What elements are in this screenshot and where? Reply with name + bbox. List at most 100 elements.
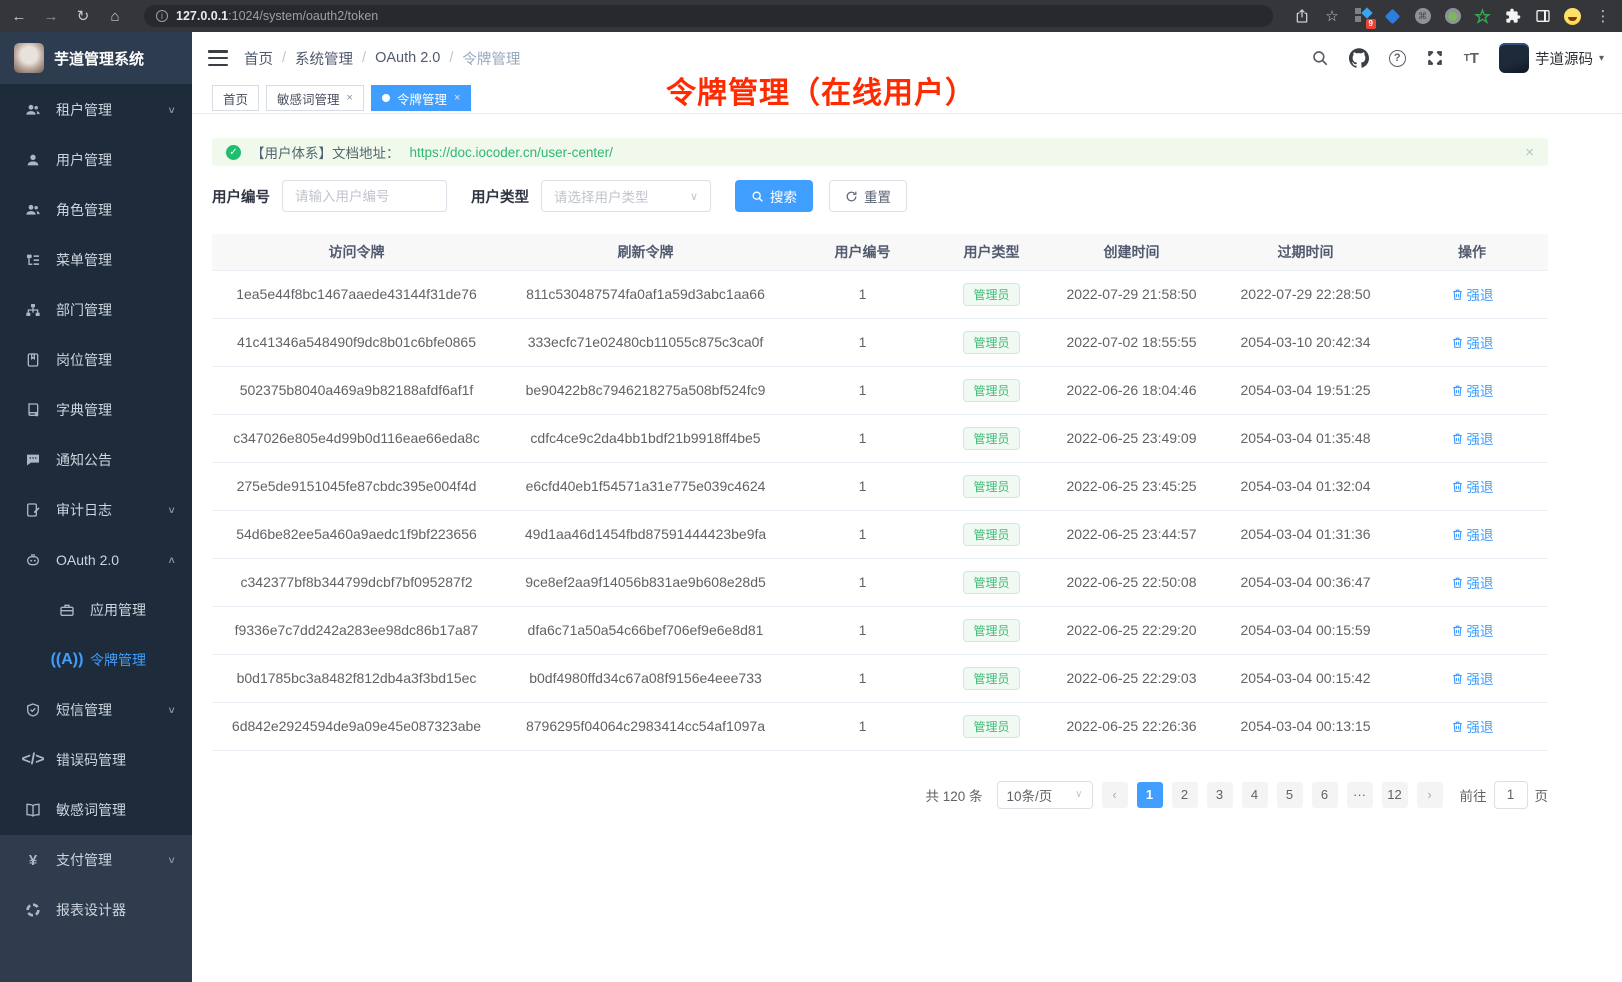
prev-page-button[interactable]: ‹ [1102,782,1128,808]
force-logout-button[interactable]: 强退 [1451,332,1494,352]
page-ellipsis-button[interactable]: ··· [1347,782,1373,808]
breadcrumb-item-首页[interactable]: 首页 [244,48,273,69]
url-bar[interactable]: i 127.0.0.1:1024/system/oauth2/token [144,5,1273,27]
help-icon[interactable]: ? [1389,50,1406,67]
page-button-6[interactable]: 6 [1312,782,1338,808]
extension-badge-icon[interactable]: 9 [1354,8,1371,25]
sidebar-item-通知公告[interactable]: 通知公告 [0,435,192,485]
sidebar-item-租户管理[interactable]: 租户管理∨ [0,85,192,135]
font-size-icon[interactable]: TT [1464,50,1479,67]
force-logout-button[interactable]: 强退 [1451,620,1494,640]
back-icon[interactable]: ← [10,8,28,25]
sidebar-item-错误码管理[interactable]: </>错误码管理 [0,735,192,785]
token-icon: ((A)) [58,651,76,669]
page-button-2[interactable]: 2 [1172,782,1198,808]
sidebar-item-应用管理[interactable]: 应用管理 [0,585,192,635]
recorder-extension-icon[interactable] [1444,8,1461,25]
page-button-3[interactable]: 3 [1207,782,1233,808]
alert-doc-link[interactable]: https://doc.iocoder.cn/user-center/ [410,145,613,160]
refresh-token-cell: 49d1aa46d1454fbd87591444423be9fa [501,510,790,558]
action-cell: 强退 [1396,510,1548,558]
sidebar-item-报表设计器[interactable]: 报表设计器 [0,885,192,935]
user-id-input[interactable] [282,180,447,212]
goto-page-input[interactable] [1494,781,1528,809]
collapse-menu-icon[interactable] [208,50,228,66]
sidebar-item-角色管理[interactable]: 角色管理 [0,185,192,235]
sidebar-item-OAuth 2.0[interactable]: OAuth 2.0∧ [0,535,192,585]
sidebar-item-菜单管理[interactable]: 菜单管理 [0,235,192,285]
tab-敏感词管理[interactable]: 敏感词管理× [266,85,364,111]
expire-time-cell: 2022-07-29 22:28:50 [1215,270,1396,318]
fullscreen-icon[interactable] [1426,49,1444,67]
share-icon[interactable] [1293,8,1310,25]
force-logout-button[interactable]: 强退 [1451,524,1494,544]
sidebar-item-审计日志[interactable]: 审计日志∨ [0,485,192,535]
search-button[interactable]: 搜索 [735,180,813,212]
force-logout-button[interactable]: 强退 [1451,284,1494,304]
created-time-cell: 2022-06-25 22:29:20 [1048,606,1215,654]
sidebar-item-label: 错误码管理 [56,750,176,770]
sidebar-item-用户管理[interactable]: 用户管理 [0,135,192,185]
github-icon[interactable] [1349,48,1369,68]
alert-close-icon[interactable]: × [1525,144,1534,161]
browser-chrome: ← → ↻ ⌂ i 127.0.0.1:1024/system/oauth2/t… [0,0,1622,32]
sidebar-item-令牌管理[interactable]: ((A))令牌管理 [0,635,192,685]
sidebar-item-短信管理[interactable]: 短信管理∨ [0,685,192,735]
tab-close-icon[interactable]: × [454,92,460,104]
user-type-badge: 管理员 [963,619,1019,642]
home-icon[interactable]: ⌂ [106,8,124,25]
sidebar-item-label: 支付管理 [56,850,153,870]
search-icon[interactable] [1311,49,1329,67]
sidebar-item-label: 报表设计器 [56,900,176,920]
force-logout-button[interactable]: 强退 [1451,572,1494,592]
page-button-12[interactable]: 12 [1382,782,1408,808]
browser-menu-icon[interactable]: ⋮ [1594,7,1612,25]
sidebar-item-敏感词管理[interactable]: 敏感词管理 [0,785,192,835]
app-icon [58,602,76,618]
force-logout-button[interactable]: 强退 [1451,716,1494,736]
created-time-cell: 2022-07-29 21:58:50 [1048,270,1215,318]
command-extension-icon[interactable]: ⌘ [1414,8,1431,25]
force-logout-button[interactable]: 强退 [1451,428,1494,448]
star-extension-icon[interactable] [1474,8,1491,25]
page-button-4[interactable]: 4 [1242,782,1268,808]
access-token-cell: b0d1785bc3a8482f812db4a3f3bd15ec [212,654,501,702]
tab-close-icon[interactable]: × [347,92,353,104]
sidebar-item-部门管理[interactable]: 部门管理 [0,285,192,335]
diamond-extension-icon[interactable] [1384,8,1401,25]
tab-令牌管理[interactable]: 令牌管理× [371,85,471,111]
force-logout-button[interactable]: 强退 [1451,476,1494,496]
next-page-button[interactable]: › [1417,782,1443,808]
breadcrumb-item-令牌管理: 令牌管理 [462,48,520,69]
expire-time-cell: 2054-03-10 20:42:34 [1215,318,1396,366]
chevron-down-icon: ∨ [167,704,176,715]
tab-首页[interactable]: 首页 [212,85,259,111]
sidebar-item-支付管理[interactable]: ¥支付管理∨ [0,835,192,885]
column-header-操作: 操作 [1396,234,1548,270]
app-logo-area[interactable]: 芋道管理系统 [0,32,192,84]
chevron-down-icon: ∨ [690,190,698,203]
site-info-icon[interactable]: i [156,10,168,22]
forward-icon[interactable]: → [42,8,60,25]
audit-log-icon [24,502,42,518]
breadcrumb-item-系统管理[interactable]: 系统管理 [295,48,353,69]
force-logout-button[interactable]: 强退 [1451,668,1494,688]
sidebar-item-岗位管理[interactable]: 岗位管理 [0,335,192,385]
bookmark-star-icon[interactable]: ☆ [1323,7,1341,25]
page-button-1[interactable]: 1 [1137,782,1163,808]
total-count: 共 120 条 [925,785,982,805]
created-time-cell: 2022-06-25 23:45:25 [1048,462,1215,510]
puzzle-extensions-icon[interactable] [1504,8,1521,25]
sidebar-item-字典管理[interactable]: 字典管理 [0,385,192,435]
page-size-select[interactable]: 10条/页 ∨ [997,781,1093,809]
reset-button[interactable]: 重置 [829,180,907,212]
force-logout-button[interactable]: 强退 [1451,380,1494,400]
breadcrumb-item-OAuth 2.0[interactable]: OAuth 2.0 [375,50,440,66]
side-panel-icon[interactable] [1534,8,1551,25]
page-button-5[interactable]: 5 [1277,782,1303,808]
reload-icon[interactable]: ↻ [74,7,92,25]
user-menu[interactable]: 芋道源码 ▾ [1499,43,1604,73]
user-type-cell: 管理员 [935,606,1048,654]
profile-avatar-icon[interactable] [1564,8,1581,25]
user-type-select[interactable]: 请选择用户类型 ∨ [541,180,711,212]
